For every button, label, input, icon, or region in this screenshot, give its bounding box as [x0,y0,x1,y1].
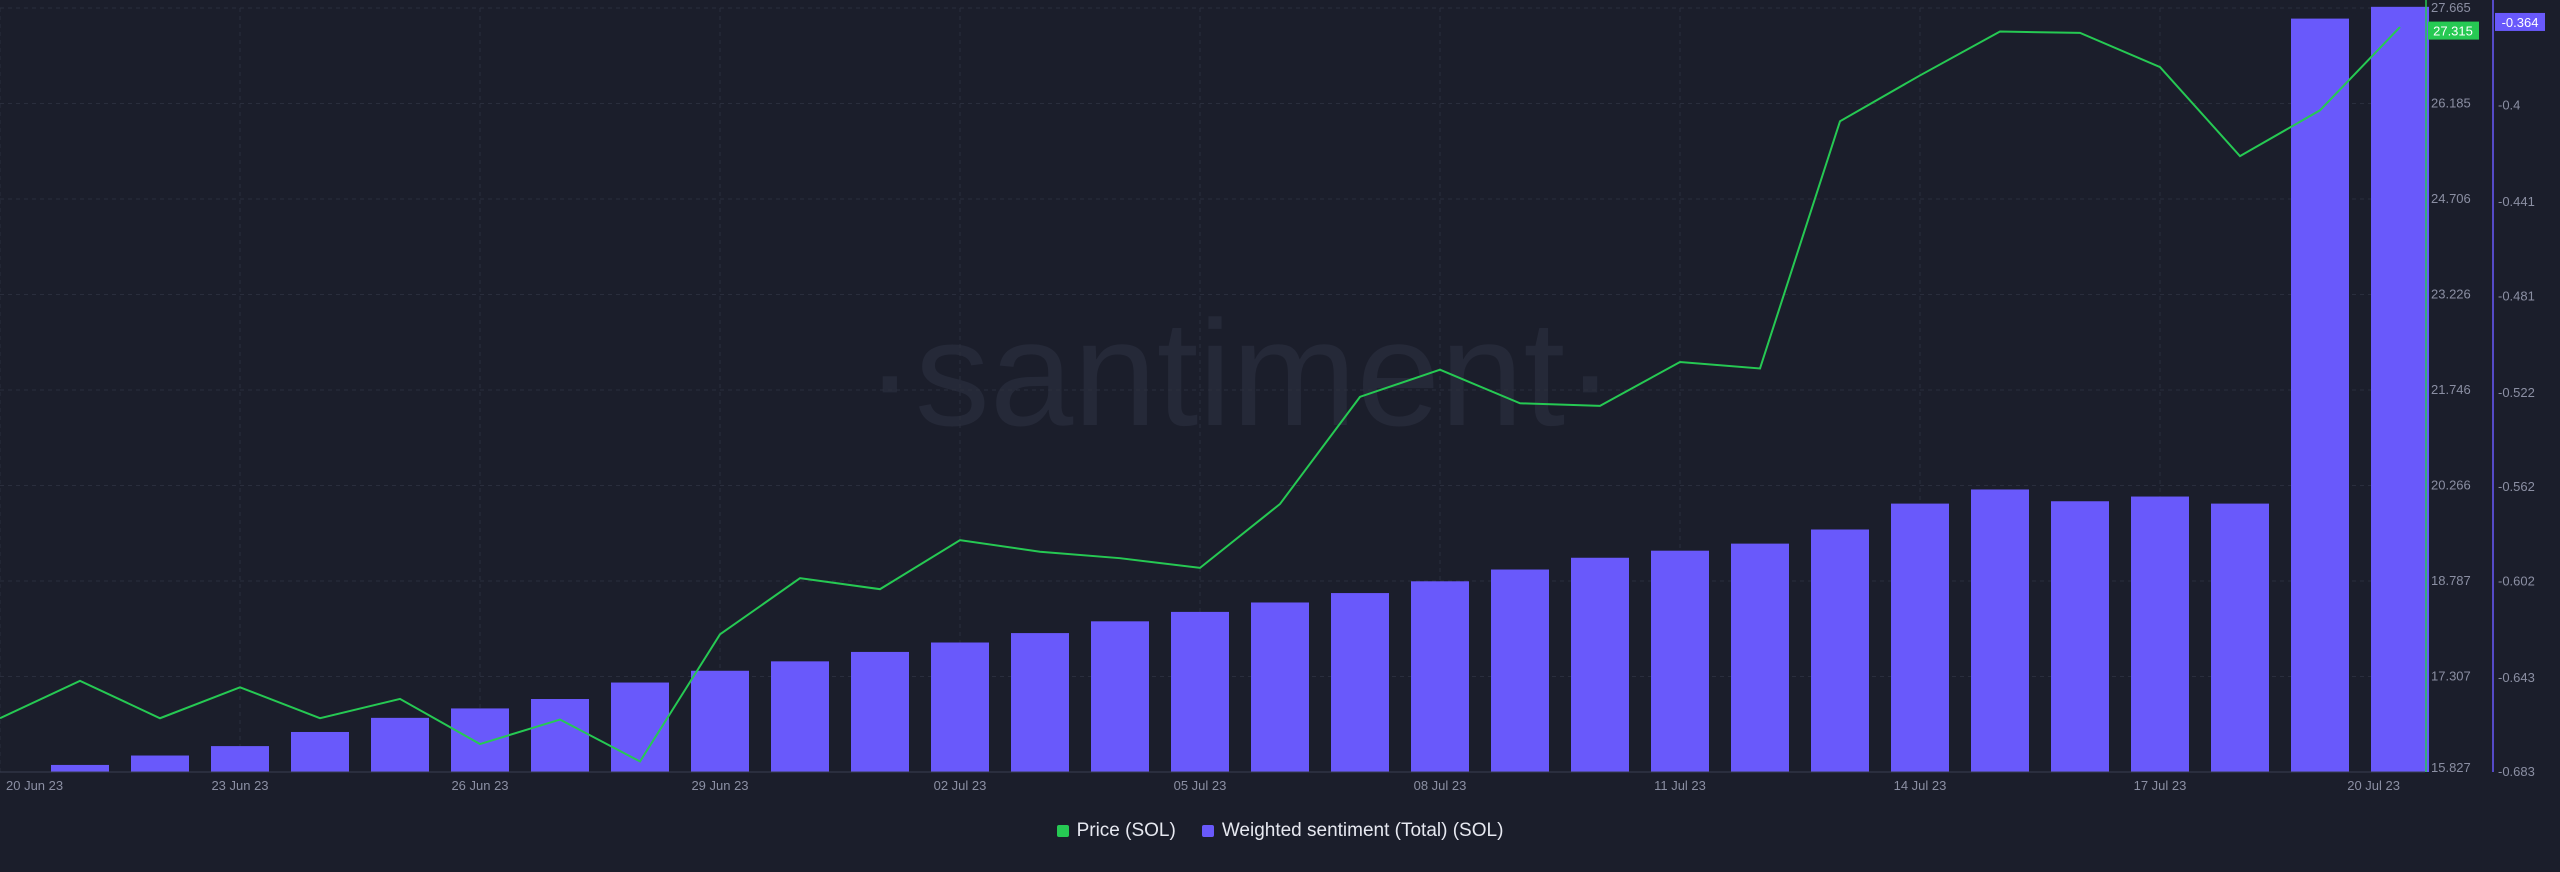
bar [291,731,349,772]
watermark: ·santiment· [865,289,1615,457]
price-axis-tick: 18.787 [2431,573,2471,588]
bar [2051,501,2109,772]
bar [2131,496,2189,772]
sentiment-axis-tick: -0.602 [2498,573,2535,588]
price-axis-tick: 21.746 [2431,382,2471,397]
bar [211,746,269,772]
bar [1171,611,1229,772]
x-tick-label: 26 Jun 23 [451,778,508,793]
price-axis-tick: 26.185 [2431,96,2471,111]
price-axis-tick: 24.706 [2431,191,2471,206]
bar [2211,503,2269,772]
bar [2371,6,2429,772]
bar [771,661,829,772]
bar [1651,550,1709,772]
sentiment-axis-tick: -0.522 [2498,385,2535,400]
x-tick-label: 02 Jul 23 [934,778,987,793]
chart-area: ·santiment· 20 Jun 23 23 Jun 23 26 Jun 23 29… [0,0,2560,867]
price-current-label: 27.315 [2433,24,2473,39]
sentiment-axis-tick: -0.4 [2498,98,2520,113]
bar [1011,633,1069,772]
legend-item-price[interactable]: Price (SOL) [1056,820,1176,842]
bar [611,682,669,772]
sentiment-current-label: -0.364 [2502,15,2539,30]
price-axis-tick: 27.665 [2431,0,2471,15]
legend-label-price: Price (SOL) [1076,820,1176,841]
bar [1731,543,1789,772]
x-tick-label: 17 Jul 23 [2134,778,2187,793]
bar [1411,581,1469,772]
legend-swatch-sentiment [1201,825,1214,837]
price-axis-tick: 20.266 [2431,478,2471,493]
x-tick-label: 20 Jul 23 [2347,778,2400,793]
sentiment-axis-tick: -0.562 [2498,479,2535,494]
bar [1891,503,1949,772]
bar [1491,569,1549,772]
x-tick-label: 05 Jul 23 [1174,778,1227,793]
bar [1251,602,1309,772]
bar [851,651,909,772]
bar [691,670,749,772]
x-tick-label: 20 Jun 23 [6,778,63,793]
x-tick-label: 14 Jul 23 [1894,778,1947,793]
price-axis-tick: 17.307 [2431,668,2471,683]
bar [1571,557,1629,772]
bar [931,642,989,772]
bar [1971,489,2029,772]
bar [371,717,429,772]
sentiment-axis-tick: -0.643 [2498,670,2535,685]
x-tick-label: 23 Jun 23 [211,778,268,793]
legend-item-sentiment[interactable]: Weighted sentiment (Total) (SOL) [1201,820,1504,842]
bar [131,755,189,772]
sentiment-axis-tick: -0.441 [2498,194,2535,209]
bar [2291,18,2349,772]
bar [451,708,509,772]
price-axis-tick: 15.827 [2431,760,2471,775]
bar [1331,593,1389,772]
legend-label-sentiment: Weighted sentiment (Total) (SOL) [1221,820,1504,841]
x-tick-label: 08 Jul 23 [1414,778,1467,793]
x-tick-label: 11 Jul 23 [1654,778,1706,793]
legend-swatch-price [1056,825,1069,837]
sentiment-axis-tick: -0.683 [2498,764,2535,779]
bar [1091,621,1149,772]
bar [1811,529,1869,772]
legend: Price (SOL) Weighted sentiment (Total) (… [0,820,2560,842]
price-axis-tick: 23.226 [2431,286,2471,301]
bar [531,699,589,772]
bar [51,764,109,772]
chart-svg: ·santiment· 20 Jun 23 23 Jun 23 26 Jun 23 29… [0,0,2545,793]
sentiment-axis-tick: -0.481 [2498,288,2535,303]
x-tick-label: 29 Jun 23 [691,778,748,793]
